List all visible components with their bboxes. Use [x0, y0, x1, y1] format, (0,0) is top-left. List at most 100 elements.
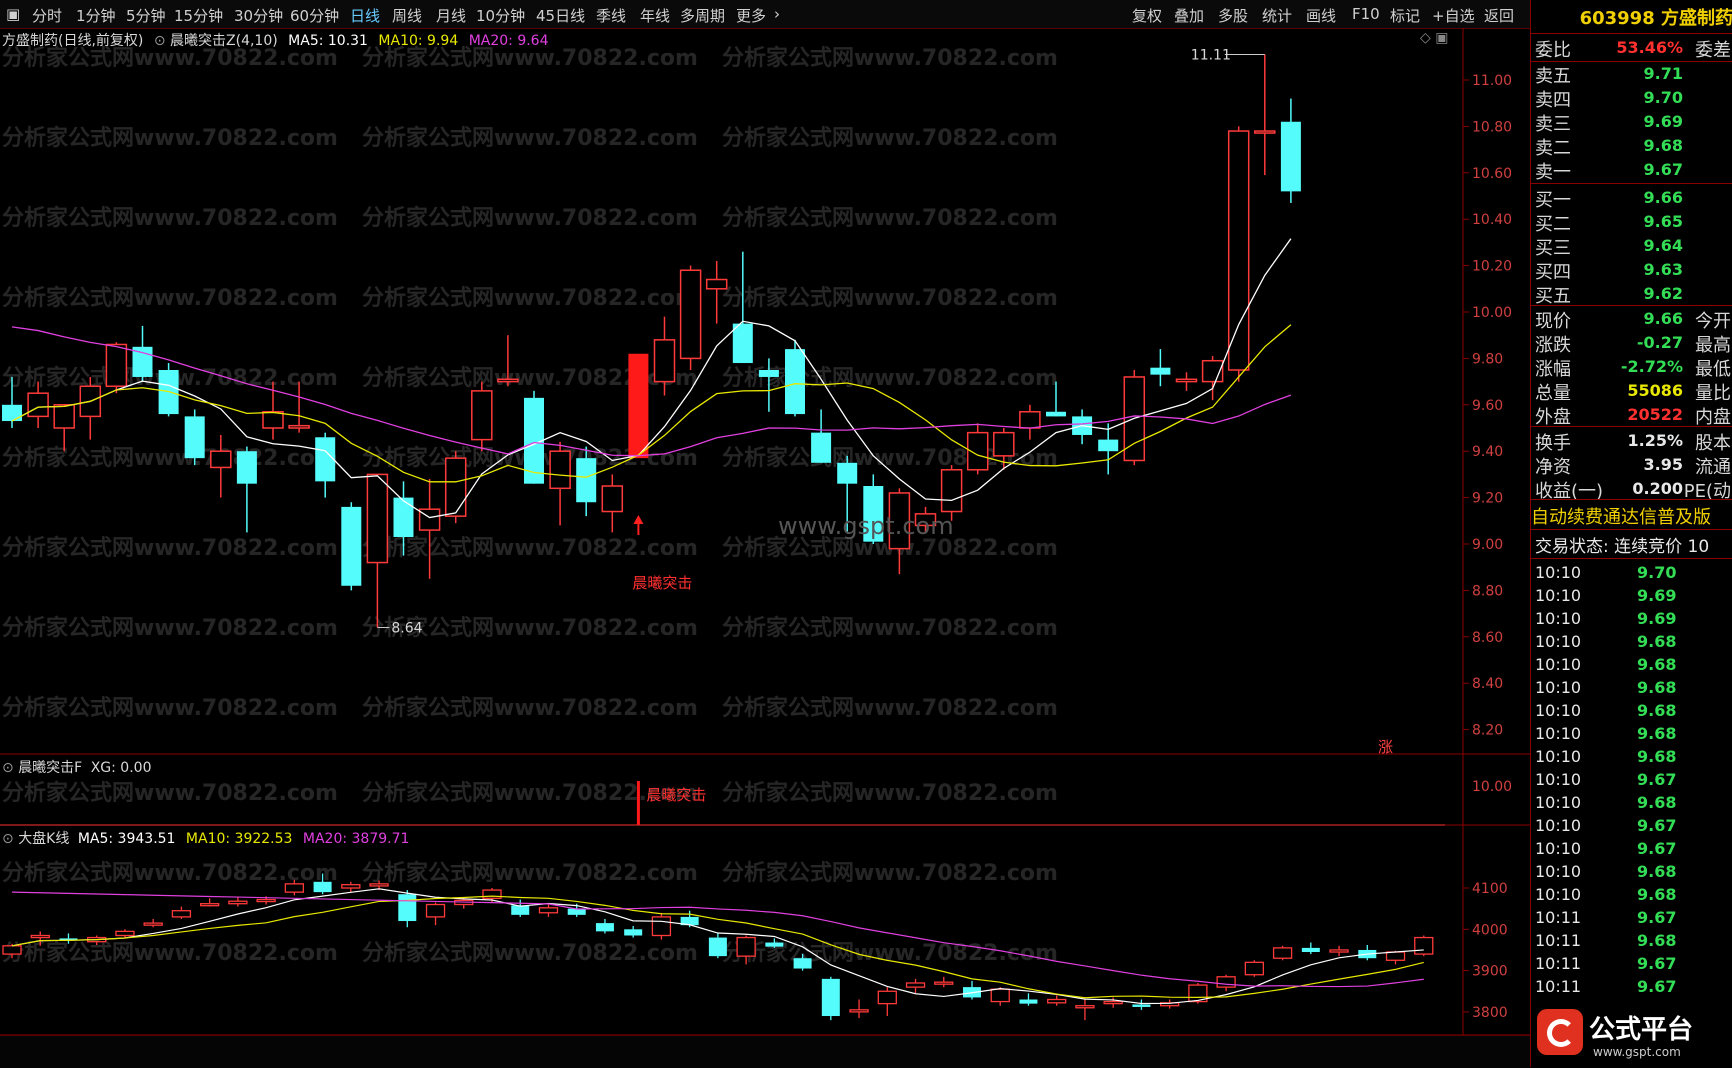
index-candle-up [115, 930, 135, 937]
stat2-label: 净资 [1535, 457, 1571, 478]
stat2-label: 换手 [1535, 433, 1571, 454]
index-candle-up [1414, 936, 1434, 955]
index-candle-up [369, 883, 389, 887]
index-candle-up [877, 990, 897, 1005]
site-watermark: www.gspt.com [778, 512, 954, 540]
logo-mark-icon [1537, 1009, 1583, 1055]
y-tick-label: 8.80 [1472, 583, 1503, 599]
candle-body-up [940, 469, 963, 513]
watermark-text: 分析家公式网www.70822.com [2, 205, 338, 231]
ask-value: 9.71 [1643, 64, 1683, 83]
tick-price: 9.67 [1637, 908, 1677, 927]
kline-chart-area[interactable]: 11.00 10.80 10.60 10.40 10.20 10.00 9.80 9.60 9.… [0, 0, 1530, 1067]
y-tick-label: 9.60 [1472, 398, 1503, 414]
bid-value: 9.62 [1643, 284, 1683, 303]
index-candle-up [482, 889, 502, 899]
tick-price: 9.68 [1637, 793, 1677, 812]
ask-label: 卖四 [1535, 90, 1571, 111]
y-tick-label: 8.20 [1472, 723, 1503, 739]
sub1-signal-bar [636, 781, 640, 825]
y-tick-label: 11.00 [1472, 73, 1512, 89]
y-tick-label: 10.80 [1472, 119, 1512, 135]
watermark-text: 分析家公式网www.70822.com [362, 285, 698, 311]
webi-value: 53.46% [1616, 38, 1683, 57]
index-candle-down [313, 881, 332, 893]
sub2-tick-label: 4000 [1472, 922, 1508, 938]
signal-arrow-head-icon [633, 515, 644, 524]
tick-row: 10:10 9.69 [1531, 608, 1732, 631]
stat-right: 量比 [1695, 383, 1731, 404]
y-tick-label: 10.00 [1472, 305, 1512, 321]
candle-body-up [53, 404, 75, 429]
watermark-text: 分析家公式网www.70822.com [2, 940, 338, 966]
tick-time: 10:11 [1535, 954, 1582, 973]
tick-row: 10:10 9.70 [1531, 562, 1732, 585]
watermark-text: 分析家公式网www.70822.com [722, 205, 1058, 231]
tick-time: 10:10 [1535, 701, 1582, 720]
candle-body-down [341, 506, 362, 586]
index-candle-up [1075, 1005, 1095, 1009]
tick-price: 9.67 [1637, 770, 1677, 789]
tick-time: 10:10 [1535, 839, 1582, 858]
y-tick-label: 9.80 [1472, 351, 1503, 367]
watermark-text: 分析家公式网www.70822.com [2, 695, 338, 721]
ask-value: 9.67 [1643, 160, 1683, 179]
tick-price: 9.68 [1637, 724, 1677, 743]
tick-price: 9.68 [1637, 678, 1677, 697]
watermark-text: 分析家公式网www.70822.com [2, 780, 338, 806]
sub2-tick-label: 3900 [1472, 964, 1508, 980]
index-candle-up [934, 981, 954, 985]
stat-right: 今开 [1695, 311, 1731, 332]
watermark-text: 分析家公式网www.70822.com [722, 45, 1058, 71]
index-candle-up [849, 1009, 869, 1013]
tick-time: 10:10 [1535, 770, 1582, 789]
tick-price: 9.70 [1637, 563, 1677, 582]
index-candle-down [821, 978, 840, 1017]
index-candle-down [398, 894, 417, 922]
logo-url: www.gspt.com [1593, 1045, 1681, 1059]
index-candle-up [1216, 976, 1236, 988]
bid-value: 9.64 [1643, 236, 1683, 255]
tick-time: 10:10 [1535, 747, 1582, 766]
tick-time: 10:10 [1535, 885, 1582, 904]
y-tick-label: 8.40 [1472, 676, 1503, 692]
tick-price: 9.67 [1637, 816, 1677, 835]
webi-right: 委差 [1695, 40, 1731, 61]
watermark-text: 分析家公式网www.70822.com [2, 860, 338, 886]
tick-row: 10:10 9.68 [1531, 861, 1732, 884]
watermark-text: 分析家公式网www.70822.com [2, 45, 338, 71]
watermark-text: 分析家公式网www.70822.com [362, 125, 698, 151]
candle-body-up [993, 431, 1015, 457]
candle-body-down [837, 462, 858, 484]
tick-row: 10:10 9.68 [1531, 884, 1732, 907]
tick-time: 10:10 [1535, 816, 1582, 835]
watermark-text: 分析家公式网www.70822.com [722, 860, 1058, 886]
sub1-y-tick: 10.00 [1472, 779, 1512, 795]
watermark-text: 分析家公式网www.70822.com [722, 285, 1058, 311]
candle-body-up [1227, 130, 1250, 371]
stat-row: 涨跌 -0.27 最高 [1531, 331, 1732, 356]
candle-body-up [1254, 130, 1276, 134]
candle-body-up [1175, 378, 1198, 383]
bid-value: 9.66 [1643, 188, 1683, 207]
tick-price: 9.67 [1637, 954, 1677, 973]
bid-label: 买一 [1535, 190, 1571, 211]
promo-banner[interactable]: 自动续费通达信普及版 [1531, 503, 1732, 527]
watermark-text: 分析家公式网www.70822.com [2, 285, 338, 311]
candle-body-down [315, 437, 336, 482]
watermark-text: 分析家公式网www.70822.com [362, 695, 698, 721]
tick-row: 10:10 9.68 [1531, 631, 1732, 654]
tick-time: 10:11 [1535, 931, 1582, 950]
index-candle-up [228, 900, 248, 905]
tick-price: 9.69 [1637, 586, 1677, 605]
y-tick-label: 8.60 [1472, 630, 1503, 646]
stat-row: 现价 9.66 今开 [1531, 307, 1732, 332]
stat2-row: 换手 1.25% 股本 [1531, 429, 1732, 454]
candle-body-up [27, 392, 49, 418]
bid-row: 买三 9.64 [1531, 234, 1732, 259]
bid-value: 9.65 [1643, 212, 1683, 231]
bid-row: 买一 9.66 [1531, 186, 1732, 211]
tick-row: 10:11 9.67 [1531, 953, 1732, 976]
tick-time: 10:10 [1535, 586, 1582, 605]
index-candle-down [765, 942, 784, 947]
